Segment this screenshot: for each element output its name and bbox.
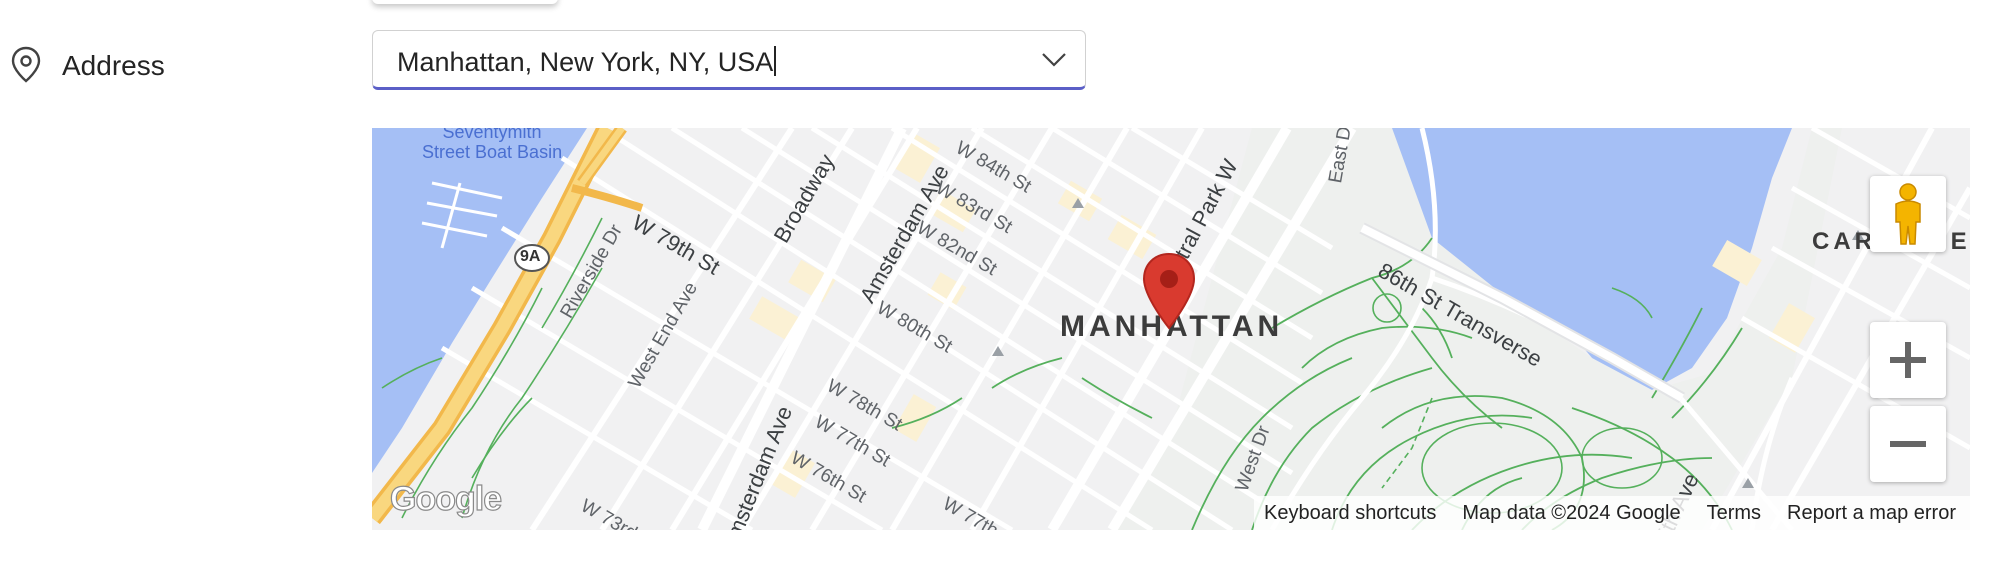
map-view[interactable]: Seventymith Street Boat Basin 9A W 79th … bbox=[372, 128, 1970, 530]
location-icon bbox=[11, 46, 41, 83]
pegman-icon bbox=[1895, 183, 1921, 245]
text-caret bbox=[774, 46, 777, 76]
keyboard-shortcuts-link[interactable]: Keyboard shortcuts bbox=[1264, 502, 1436, 525]
zoom-out-button[interactable] bbox=[1870, 406, 1946, 482]
address-label: Address bbox=[62, 50, 165, 81]
street-view-button[interactable] bbox=[1870, 176, 1946, 252]
zoom-in-button[interactable] bbox=[1870, 322, 1946, 398]
address-input[interactable]: Manhattan, New York, NY, USA bbox=[372, 30, 1086, 90]
terms-link[interactable]: Terms bbox=[1707, 502, 1761, 525]
map-pin-icon[interactable] bbox=[1140, 252, 1198, 332]
address-field-row: Address Manhattan, New York, NY, USA bbox=[0, 30, 2000, 100]
dropdown-shadow-remnant bbox=[372, 0, 558, 4]
google-logo[interactable]: Google bbox=[389, 479, 502, 519]
chevron-down-icon[interactable] bbox=[1041, 49, 1067, 69]
boat-basin-label: Seventymith Street Boat Basin bbox=[422, 128, 563, 162]
report-error-link[interactable]: Report a map error bbox=[1787, 502, 1956, 525]
map-data-text: Map data ©2024 Google bbox=[1462, 501, 1681, 524]
map-attribution-bar: Keyboard shortcuts Map data ©2024 Google… bbox=[1254, 496, 1970, 530]
route-shield-9a: 9A bbox=[520, 248, 541, 265]
address-input-value: Manhattan, New York, NY, USA bbox=[397, 47, 774, 77]
